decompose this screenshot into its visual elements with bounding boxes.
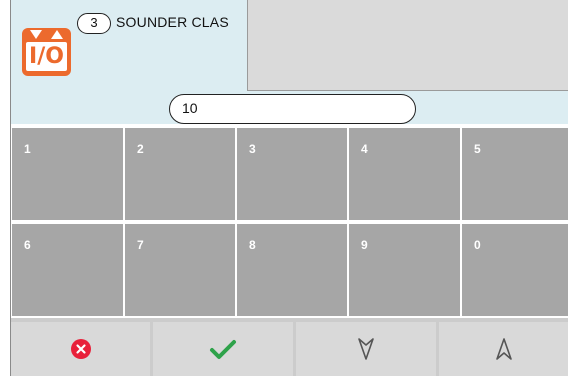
io-arrows-icon: [30, 30, 63, 39]
io-icon-text: I/O: [29, 44, 64, 69]
cancel-button[interactable]: [11, 322, 150, 376]
scroll-down-button[interactable]: [296, 322, 436, 376]
key-1[interactable]: 1: [12, 128, 123, 220]
key-8[interactable]: 8: [237, 224, 347, 316]
checkmark-icon: [210, 340, 236, 359]
arrow-up-icon: [495, 338, 512, 360]
action-bar: [11, 318, 568, 376]
key-4[interactable]: 4: [349, 128, 460, 220]
arrow-down-icon: [358, 338, 374, 360]
key-0[interactable]: 0: [462, 224, 568, 316]
key-7[interactable]: 7: [125, 224, 235, 316]
zone-label: SOUNDER CLAS: [116, 14, 229, 30]
value-input[interactable]: 10: [169, 94, 416, 124]
key-9[interactable]: 9: [349, 224, 460, 316]
key-6[interactable]: 6: [12, 224, 123, 316]
zone-number-badge: 3: [77, 13, 111, 34]
confirm-button[interactable]: [153, 322, 293, 376]
key-5[interactable]: 5: [462, 128, 568, 220]
header-info-panel: [247, 0, 568, 91]
numeric-keypad: 1 2 3 4 5 6 7 8 9 0: [11, 126, 568, 318]
key-3[interactable]: 3: [237, 128, 347, 220]
key-2[interactable]: 2: [125, 128, 235, 220]
screen: I/O 3 SOUNDER CLAS 10 1 2 3 4 5 6 7 8 9 …: [0, 0, 568, 376]
cancel-icon: [70, 339, 91, 359]
io-module-icon: I/O: [22, 28, 71, 76]
scroll-up-button[interactable]: [439, 322, 568, 376]
